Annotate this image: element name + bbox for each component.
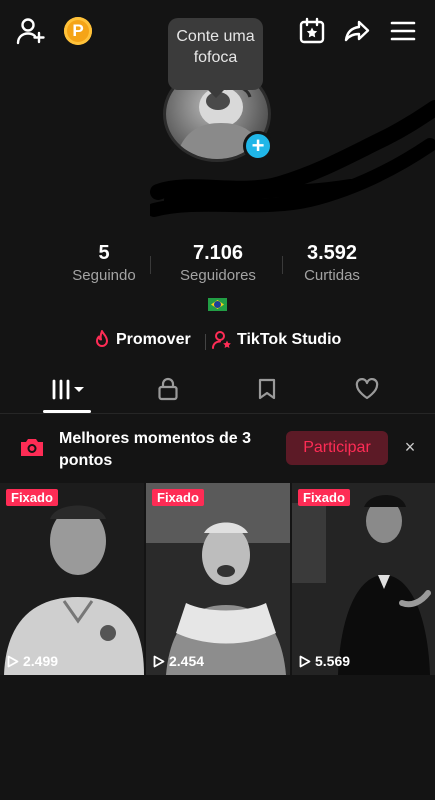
- video-thumbnail: [0, 483, 144, 675]
- coins-icon[interactable]: P: [64, 17, 92, 45]
- likes-count: 3.592: [306, 242, 358, 264]
- play-icon: [153, 655, 165, 667]
- brazil-flag-icon: [208, 298, 227, 311]
- add-friend-icon[interactable]: [14, 14, 48, 48]
- view-count: 2.454: [153, 653, 204, 669]
- promote-label: Promover: [116, 331, 191, 348]
- bookmark-icon: [258, 378, 276, 400]
- pinned-badge: Fixado: [6, 489, 58, 506]
- calendar-star-icon[interactable]: [295, 14, 329, 48]
- likes-label: Curtidas: [304, 267, 360, 284]
- pinned-badge: Fixado: [298, 489, 350, 506]
- view-count-value: 2.499: [23, 653, 59, 669]
- stat-divider: [150, 256, 151, 274]
- promote-button[interactable]: Promover: [93, 330, 191, 350]
- redaction-scribble: [150, 100, 435, 217]
- video-tile[interactable]: Fixado 5.569: [292, 483, 435, 675]
- play-icon: [299, 655, 311, 667]
- heart-icon: [355, 378, 379, 400]
- profile-stats: 5 Seguindo 7.106 Seguidores 3.592 Curtid…: [0, 242, 435, 292]
- video-grid: Fixado 2.499 Fixado 2.454 Fixado 5.569: [0, 483, 435, 675]
- action-divider: [205, 334, 206, 350]
- menu-icon[interactable]: [386, 14, 420, 48]
- camera-icon: [21, 439, 43, 456]
- flame-icon: [96, 330, 108, 347]
- studio-user-star-icon: [212, 331, 231, 349]
- share-icon[interactable]: [340, 14, 374, 48]
- tab-videos[interactable]: [46, 374, 90, 404]
- video-thumbnail: [292, 483, 435, 675]
- play-icon: [7, 655, 19, 667]
- tab-liked[interactable]: [345, 374, 389, 404]
- followers-label: Seguidores: [180, 267, 256, 284]
- stat-likes[interactable]: 3.592 Curtidas: [272, 242, 392, 284]
- view-count: 5.569: [299, 653, 350, 669]
- pinned-badge: Fixado: [152, 489, 204, 506]
- active-tab-indicator: [43, 410, 91, 413]
- following-count: 5: [98, 242, 110, 264]
- video-tile[interactable]: Fixado 2.454: [146, 483, 290, 675]
- followers-count: 7.106: [192, 242, 244, 264]
- video-thumbnail: [146, 483, 290, 675]
- join-button[interactable]: Participar: [286, 431, 388, 465]
- lock-icon: [158, 377, 178, 401]
- note-tooltip[interactable]: Conte uma fofoca: [168, 18, 263, 98]
- challenge-banner: Melhores momentos de 3 pontos Participar…: [0, 415, 435, 481]
- studio-label: TikTok Studio: [237, 331, 342, 348]
- view-count-value: 5.569: [315, 653, 351, 669]
- tiktok-studio-button[interactable]: TikTok Studio: [212, 330, 341, 350]
- view-count: 2.499: [7, 653, 58, 669]
- videos-grid-icon: [52, 379, 84, 400]
- profile-actions: Promover TikTok Studio: [0, 330, 435, 354]
- following-label: Seguindo: [72, 267, 136, 284]
- view-count-value: 2.454: [169, 653, 205, 669]
- video-tile[interactable]: Fixado 2.499: [0, 483, 144, 675]
- banner-title: Melhores momentos de 3 pontos: [59, 430, 252, 469]
- profile-tabs: [0, 366, 435, 414]
- close-icon[interactable]: ×: [400, 437, 420, 457]
- tab-private[interactable]: [146, 374, 190, 404]
- stat-followers[interactable]: 7.106 Seguidores: [158, 242, 278, 284]
- tab-saved[interactable]: [245, 374, 289, 404]
- stat-following[interactable]: 5 Seguindo: [44, 242, 164, 284]
